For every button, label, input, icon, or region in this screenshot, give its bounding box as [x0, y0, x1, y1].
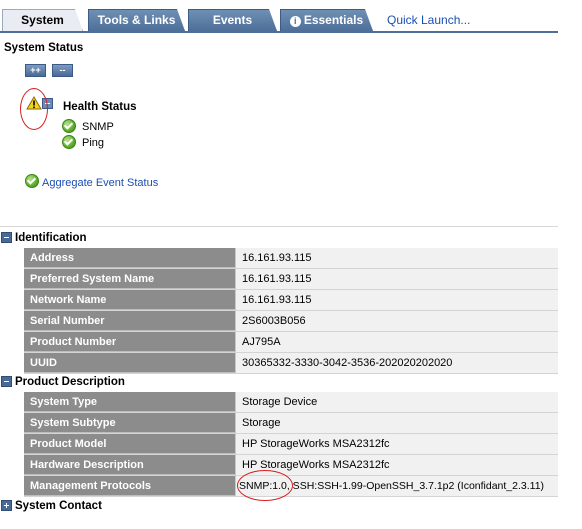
table-row: Hardware Description HP StorageWorks MSA… [24, 455, 558, 476]
aggregate-event-status-link[interactable]: Aggregate Event Status [42, 177, 158, 189]
row-value: HP StorageWorks MSA2312fc [235, 434, 558, 454]
row-value: Storage Device [235, 392, 558, 412]
row-key: Preferred System Name [24, 269, 235, 289]
health-status-label: Health Status [63, 101, 137, 113]
tab-label: Events [212, 13, 253, 27]
row-key: Network Name [24, 290, 235, 310]
row-value: 16.161.93.115 [235, 248, 558, 268]
row-value: 30365332-3330-3042-3536-202020202020 [235, 353, 558, 373]
tab-events[interactable]: Events [188, 9, 277, 31]
info-icon: i [290, 16, 301, 27]
collapse-identification-toggle[interactable] [1, 232, 12, 243]
row-key: System Type [24, 392, 235, 412]
row-key: Serial Number [24, 311, 235, 331]
tab-label: Tools & Links [97, 13, 176, 27]
annotation-circle-warning [20, 88, 48, 130]
tab-tools-links[interactable]: Tools & Links [88, 9, 185, 31]
row-value: 16.161.93.115 [235, 269, 558, 289]
row-key: Product Model [24, 434, 235, 454]
system-contact-title: System Contact [15, 500, 102, 512]
row-key: Management Protocols [24, 476, 235, 496]
table-row: Network Name 16.161.93.115 [24, 290, 558, 311]
row-value: Storage [235, 413, 558, 433]
expand-system-contact-toggle[interactable] [1, 500, 12, 511]
table-row: Product Number AJ795A [24, 332, 558, 353]
tab-essentials[interactable]: i Essentials [280, 9, 373, 31]
quick-launch-link[interactable]: Quick Launch... [387, 13, 470, 27]
table-row: UUID 30365332-3330-3042-3536-20202020202… [24, 353, 558, 374]
identification-table: Address 16.161.93.115 Preferred System N… [24, 248, 558, 374]
row-value: AJ795A [235, 332, 558, 352]
snmp-status-label: SNMP [82, 121, 114, 133]
ok-status-icon [62, 119, 76, 133]
row-key: Address [24, 248, 235, 268]
product-description-title: Product Description [15, 376, 125, 388]
ok-status-icon [62, 135, 76, 149]
row-key: UUID [24, 353, 235, 373]
table-row: Serial Number 2S6003B056 [24, 311, 558, 332]
ping-status-label: Ping [82, 137, 105, 149]
row-key: Product Number [24, 332, 235, 352]
ok-status-icon [25, 174, 39, 188]
row-value: 16.161.93.115 [235, 290, 558, 310]
expand-all-button[interactable]: ++ [25, 64, 46, 77]
row-value: HP StorageWorks MSA2312fc [235, 455, 558, 475]
tab-label: System [21, 13, 64, 27]
table-row: Address 16.161.93.115 [24, 248, 558, 269]
table-row: System Subtype Storage [24, 413, 558, 434]
row-key: Hardware Description [24, 455, 235, 475]
system-status-title: System Status [4, 42, 84, 54]
table-row: Preferred System Name 16.161.93.115 [24, 269, 558, 290]
collapse-all-button[interactable]: -- [52, 64, 73, 77]
table-row: System Type Storage Device [24, 392, 558, 413]
tab-underline [0, 31, 558, 33]
table-row: Product Model HP StorageWorks MSA2312fc [24, 434, 558, 455]
row-value: 2S6003B056 [235, 311, 558, 331]
collapse-product-description-toggle[interactable] [1, 376, 12, 387]
section-divider [0, 226, 558, 227]
row-key: System Subtype [24, 413, 235, 433]
annotation-circle-snmp [237, 470, 293, 501]
tab-bar: System Tools & Links Events i Essentials … [0, 0, 582, 33]
tab-system[interactable]: System [2, 9, 83, 31]
tab-label: Essentials [303, 13, 364, 27]
identification-title: Identification [15, 232, 87, 244]
